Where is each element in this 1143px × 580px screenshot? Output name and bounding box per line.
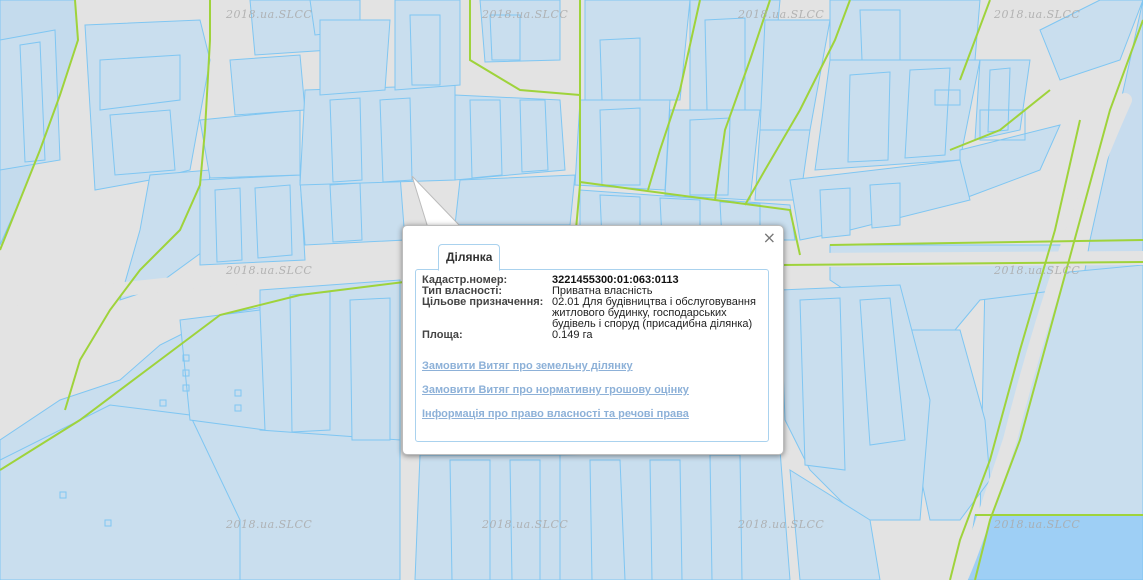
popup-pointer [411,176,462,228]
field-purpose: Цільове призначення: 02.01 Для будівницт… [422,297,766,330]
watermark: 2018.ua.SLCC [482,518,569,531]
watermark: 2018.ua.SLCC [994,8,1081,21]
ownership-rights-info-link[interactable]: Інформація про право власності та речові… [422,408,689,420]
close-icon[interactable]: × [763,230,776,246]
field-label: Площа: [422,329,463,341]
field-area: Площа: 0.149 га [422,330,766,341]
parcel-fields: Кадастр.номер: 3221455300:01:063:0113 Ти… [422,275,766,341]
order-valuation-extract-link[interactable]: Замовити Витяг про нормативну грошову оц… [422,384,689,396]
tab-parcel[interactable]: Ділянка [438,244,501,271]
watermark: 2018.ua.SLCC [226,264,313,277]
field-value: 0.149 га [552,329,593,341]
field-value: 02.01 Для будівництва і обслуговування ж… [552,296,756,330]
watermark: 2018.ua.SLCC [482,8,569,21]
field-label: Цільове призначення: [422,296,544,308]
watermark: 2018.ua.SLCC [738,518,825,531]
watermark: 2018.ua.SLCC [226,8,313,21]
parcel-info-popup: × Ділянка Кадастр.номер: 3221455300:01:0… [402,225,784,455]
watermark: 2018.ua.SLCC [994,264,1081,277]
watermark: 2018.ua.SLCC [994,518,1081,531]
watermark: 2018.ua.SLCC [226,518,313,531]
watermark: 2018.ua.SLCC [738,8,825,21]
order-land-extract-link[interactable]: Замовити Витяг про земельну ділянку [422,360,633,372]
parcel-details-panel: Кадастр.номер: 3221455300:01:063:0113 Ти… [415,269,769,442]
